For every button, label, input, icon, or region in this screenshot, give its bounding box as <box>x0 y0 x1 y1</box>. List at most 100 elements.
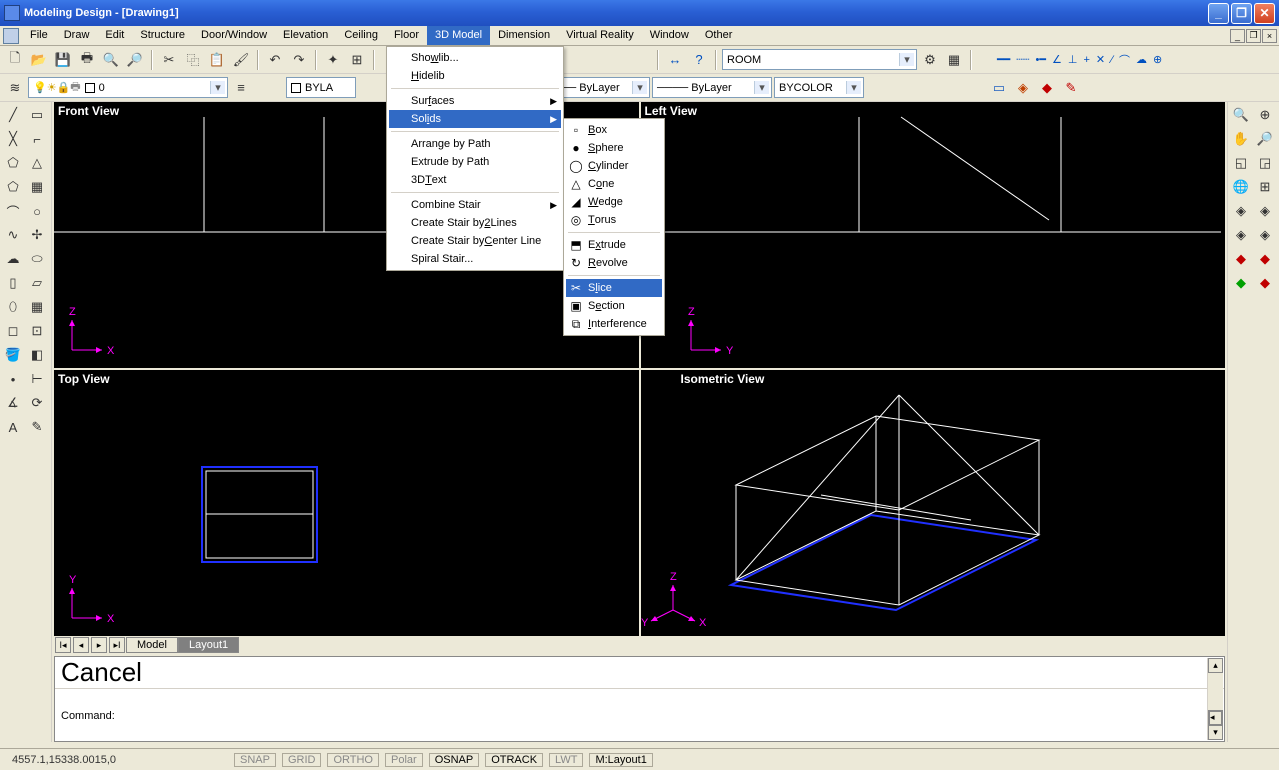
menu-elevation[interactable]: Elevation <box>275 26 336 45</box>
viewport-left[interactable]: Left View Y Z <box>641 102 1226 368</box>
menu-draw[interactable]: Draw <box>56 26 98 45</box>
redo-icon[interactable]: ↷ <box>288 49 310 71</box>
layer-dropdown[interactable]: 💡☀🔒🖶 0 ▾ <box>28 77 228 98</box>
mi-combine-stair[interactable]: Combine Stair▶ <box>389 196 561 214</box>
xline-icon[interactable]: ╳ <box>2 128 24 150</box>
menu-structure[interactable]: Structure <box>132 26 193 45</box>
drop-icon[interactable]: ⬯ <box>2 296 24 318</box>
brush-tool-icon[interactable]: ✎ <box>26 416 48 438</box>
viewport-top[interactable]: Top View X Y <box>54 370 639 636</box>
help-icon[interactable]: ? <box>688 49 710 71</box>
mi-arrange-path[interactable]: Arrange by Path <box>389 135 561 153</box>
mi-box[interactable]: ▫Box <box>566 121 662 139</box>
status-ortho[interactable]: ORTHO <box>327 753 379 767</box>
revolve-tool-icon[interactable]: ⟳ <box>26 392 48 414</box>
render3-icon[interactable]: ◆ <box>1230 272 1252 294</box>
edit-tool-icon[interactable]: ✎ <box>1060 77 1082 99</box>
menu-3dmodel[interactable]: 3D Model <box>427 26 490 45</box>
cloud2-icon[interactable]: ☁ <box>2 248 24 270</box>
menu-file[interactable]: File <box>22 26 56 45</box>
cut-icon[interactable]: ✂ <box>158 49 180 71</box>
tab-next-button[interactable]: ▸ <box>91 637 107 653</box>
pan-icon[interactable]: ✋ <box>1230 128 1252 150</box>
status-polar[interactable]: Polar <box>385 753 423 767</box>
region-icon[interactable]: ⊡ <box>26 320 48 342</box>
mi-extrude-path[interactable]: Extrude by Path <box>389 153 561 171</box>
sq-icon[interactable]: ◻ <box>2 320 24 342</box>
polyline-icon[interactable]: ⌐ <box>26 128 48 150</box>
line-end-icon[interactable]: •━ <box>1036 53 1046 66</box>
3dview1-icon[interactable]: ◱ <box>1230 152 1252 174</box>
grid-icon[interactable]: ⊞ <box>346 49 368 71</box>
preview-icon[interactable]: 🔍 <box>100 49 122 71</box>
mi-showlib[interactable]: Showlib... <box>389 49 561 67</box>
color-dropdown[interactable]: BYLA <box>286 77 356 98</box>
paint-icon[interactable]: 🪣 <box>2 344 24 366</box>
command-input[interactable]: Command: <box>55 689 1224 741</box>
3dview2-icon[interactable]: ◲ <box>1254 152 1276 174</box>
tab-prev-button[interactable]: ◂ <box>73 637 89 653</box>
viewport-iso[interactable]: Isometric View X Y Z <box>641 370 1226 636</box>
menu-virtualreality[interactable]: Virtual Reality <box>558 26 642 45</box>
mi-sphere[interactable]: ●Sphere <box>566 139 662 157</box>
arc-icon[interactable]: ⌒ <box>2 200 24 222</box>
hatch2-icon[interactable]: ▦ <box>26 176 48 198</box>
new-icon[interactable]: 🗋 <box>4 49 26 71</box>
iso4-icon[interactable]: ◈ <box>1254 224 1276 246</box>
mi-cone[interactable]: △Cone <box>566 175 662 193</box>
menu-window[interactable]: Window <box>642 26 697 45</box>
mi-section[interactable]: ▣Section <box>566 297 662 315</box>
plus-line-icon[interactable]: + <box>1083 54 1089 66</box>
mi-solids[interactable]: Solids▶ <box>389 110 561 128</box>
scroll-up-button[interactable]: ▴ <box>1208 658 1223 673</box>
orbit-icon[interactable]: 🌐 <box>1230 176 1252 198</box>
point-icon[interactable]: • <box>2 368 24 390</box>
mdi-close-button[interactable]: × <box>1262 29 1277 43</box>
mi-spiral-stair[interactable]: Spiral Stair... <box>389 250 561 268</box>
iso2-icon[interactable]: ◈ <box>1254 200 1276 222</box>
iso3-icon[interactable]: ◈ <box>1230 224 1252 246</box>
open-icon[interactable]: 📂 <box>28 49 50 71</box>
status-snap[interactable]: SNAP <box>234 753 276 767</box>
line-icon[interactable]: ╱ <box>2 104 24 126</box>
scroll-left-button[interactable]: ◂ <box>1209 711 1222 725</box>
text-icon[interactable]: A <box>2 416 24 438</box>
pent-icon[interactable]: ⬠ <box>2 176 24 198</box>
line-style-1-icon[interactable]: ━━ <box>997 53 1010 66</box>
arc3-icon[interactable]: △ <box>26 152 48 174</box>
zoom-in-icon[interactable]: 🔎 <box>1254 128 1276 150</box>
mdi-minimize-button[interactable]: _ <box>1230 29 1245 43</box>
rect2-icon[interactable]: ▯ <box>2 272 24 294</box>
hatch-icon[interactable]: ▦ <box>26 296 48 318</box>
snap-icon[interactable]: ✦ <box>322 49 344 71</box>
box-tool-icon[interactable]: ▭ <box>988 77 1010 99</box>
viewgrid-icon[interactable]: ⊞ <box>1254 176 1276 198</box>
status-mlayout[interactable]: M:Layout1 <box>589 753 652 767</box>
slash-icon[interactable]: ∕ <box>1111 54 1113 66</box>
cloud-icon[interactable]: ☁ <box>1136 53 1147 66</box>
zoom-win-icon[interactable]: 🔍 <box>1230 104 1252 126</box>
menu-other[interactable]: Other <box>697 26 741 45</box>
room-dropdown[interactable]: ROOM▾ <box>722 49 917 70</box>
mi-revolve[interactable]: ↻Revolve <box>566 254 662 272</box>
mi-surfaces[interactable]: Surfaces▶ <box>389 92 561 110</box>
distance-icon[interactable]: ↔ <box>664 49 686 71</box>
scroll-down-button[interactable]: ▾ <box>1208 725 1223 740</box>
move-icon[interactable]: ✢ <box>26 224 48 246</box>
menu-edit[interactable]: Edit <box>97 26 132 45</box>
mi-stair-2lines[interactable]: Create Stair by 2 Lines <box>389 214 561 232</box>
render4-icon[interactable]: ◆ <box>1254 272 1276 294</box>
render1-icon[interactable]: ◆ <box>1230 248 1252 270</box>
layer-mgr-icon[interactable]: ≋ <box>4 77 26 99</box>
block-icon[interactable]: ◧ <box>26 344 48 366</box>
undo-icon[interactable]: ↶ <box>264 49 286 71</box>
save-icon[interactable]: 💾 <box>52 49 74 71</box>
line-style-2-icon[interactable]: ┄┄ <box>1016 53 1029 66</box>
prism-tool-icon[interactable]: ◈ <box>1012 77 1034 99</box>
copy-icon[interactable]: ⿻ <box>182 49 204 71</box>
find-icon[interactable]: 🔎 <box>124 49 146 71</box>
grid2-icon[interactable]: ▦ <box>943 49 965 71</box>
status-otrack[interactable]: OTRACK <box>485 753 543 767</box>
angle-icon[interactable]: ∠ <box>1052 53 1062 66</box>
menu-floor[interactable]: Floor <box>386 26 427 45</box>
